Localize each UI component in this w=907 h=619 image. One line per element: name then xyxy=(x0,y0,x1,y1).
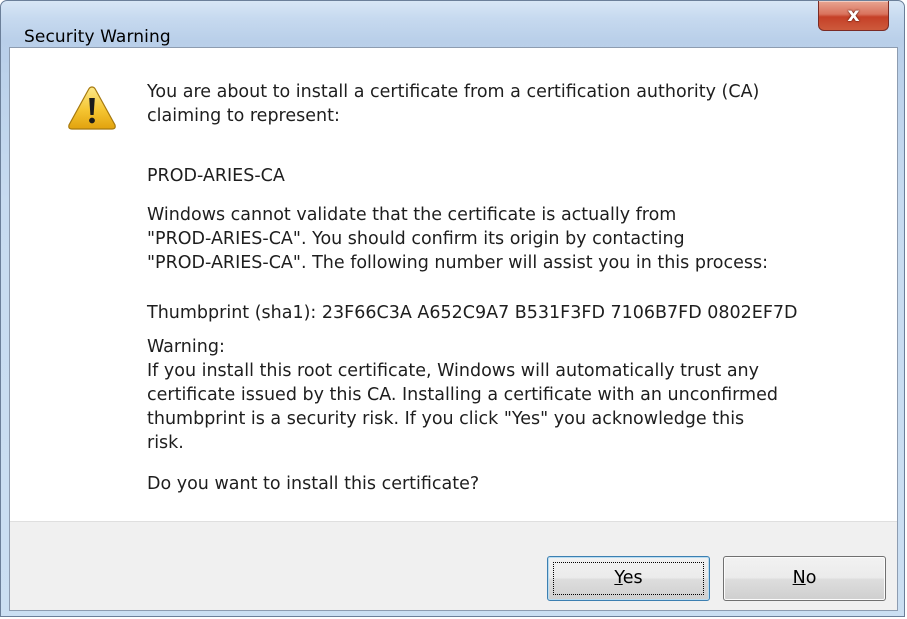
no-button[interactable]: No xyxy=(723,556,886,601)
no-mnemonic: N xyxy=(792,568,806,588)
intro-text-line-2: claiming to represent: xyxy=(147,106,340,126)
intro-text-line-1: You are about to install a certificate f… xyxy=(147,82,760,102)
validate-text-line-3: "PROD-ARIES-CA". The following number wi… xyxy=(147,253,768,273)
warning-text-line-2: certificate issued by this CA. Installin… xyxy=(147,385,778,405)
security-warning-dialog: Security Warning x You are about to inst… xyxy=(0,0,905,617)
yes-button-label: Yes xyxy=(548,568,709,588)
button-bar: Yes No xyxy=(10,521,897,610)
warning-text-line-1: If you install this root certificate, Wi… xyxy=(147,361,759,381)
close-button[interactable]: x xyxy=(818,1,889,31)
warning-icon xyxy=(68,86,116,130)
title-bar[interactable]: Security Warning x xyxy=(1,1,906,47)
warning-heading: Warning: xyxy=(147,337,225,357)
thumbprint-text: Thumbprint (sha1): 23F66C3A A652C9A7 B53… xyxy=(147,303,798,323)
yes-label-rest: es xyxy=(622,568,643,588)
yes-button[interactable]: Yes xyxy=(547,556,710,601)
install-question: Do you want to install this certificate? xyxy=(147,474,480,494)
validate-text-line-2: "PROD-ARIES-CA". You should confirm its … xyxy=(147,229,685,249)
warning-text-line-3: thumbprint is a security risk. If you cl… xyxy=(147,409,745,429)
close-icon: x xyxy=(847,4,860,26)
ca-name: PROD-ARIES-CA xyxy=(147,166,285,186)
no-button-label: No xyxy=(724,568,885,588)
message-area: You are about to install a certificate f… xyxy=(10,48,897,521)
no-label-rest: o xyxy=(805,568,817,588)
yes-mnemonic: Y xyxy=(614,568,623,588)
warning-text-line-4: risk. xyxy=(147,433,184,453)
window-title: Security Warning xyxy=(24,27,171,47)
dialog-client-area: You are about to install a certificate f… xyxy=(9,47,898,611)
validate-text-line-1: Windows cannot validate that the certifi… xyxy=(147,205,677,225)
